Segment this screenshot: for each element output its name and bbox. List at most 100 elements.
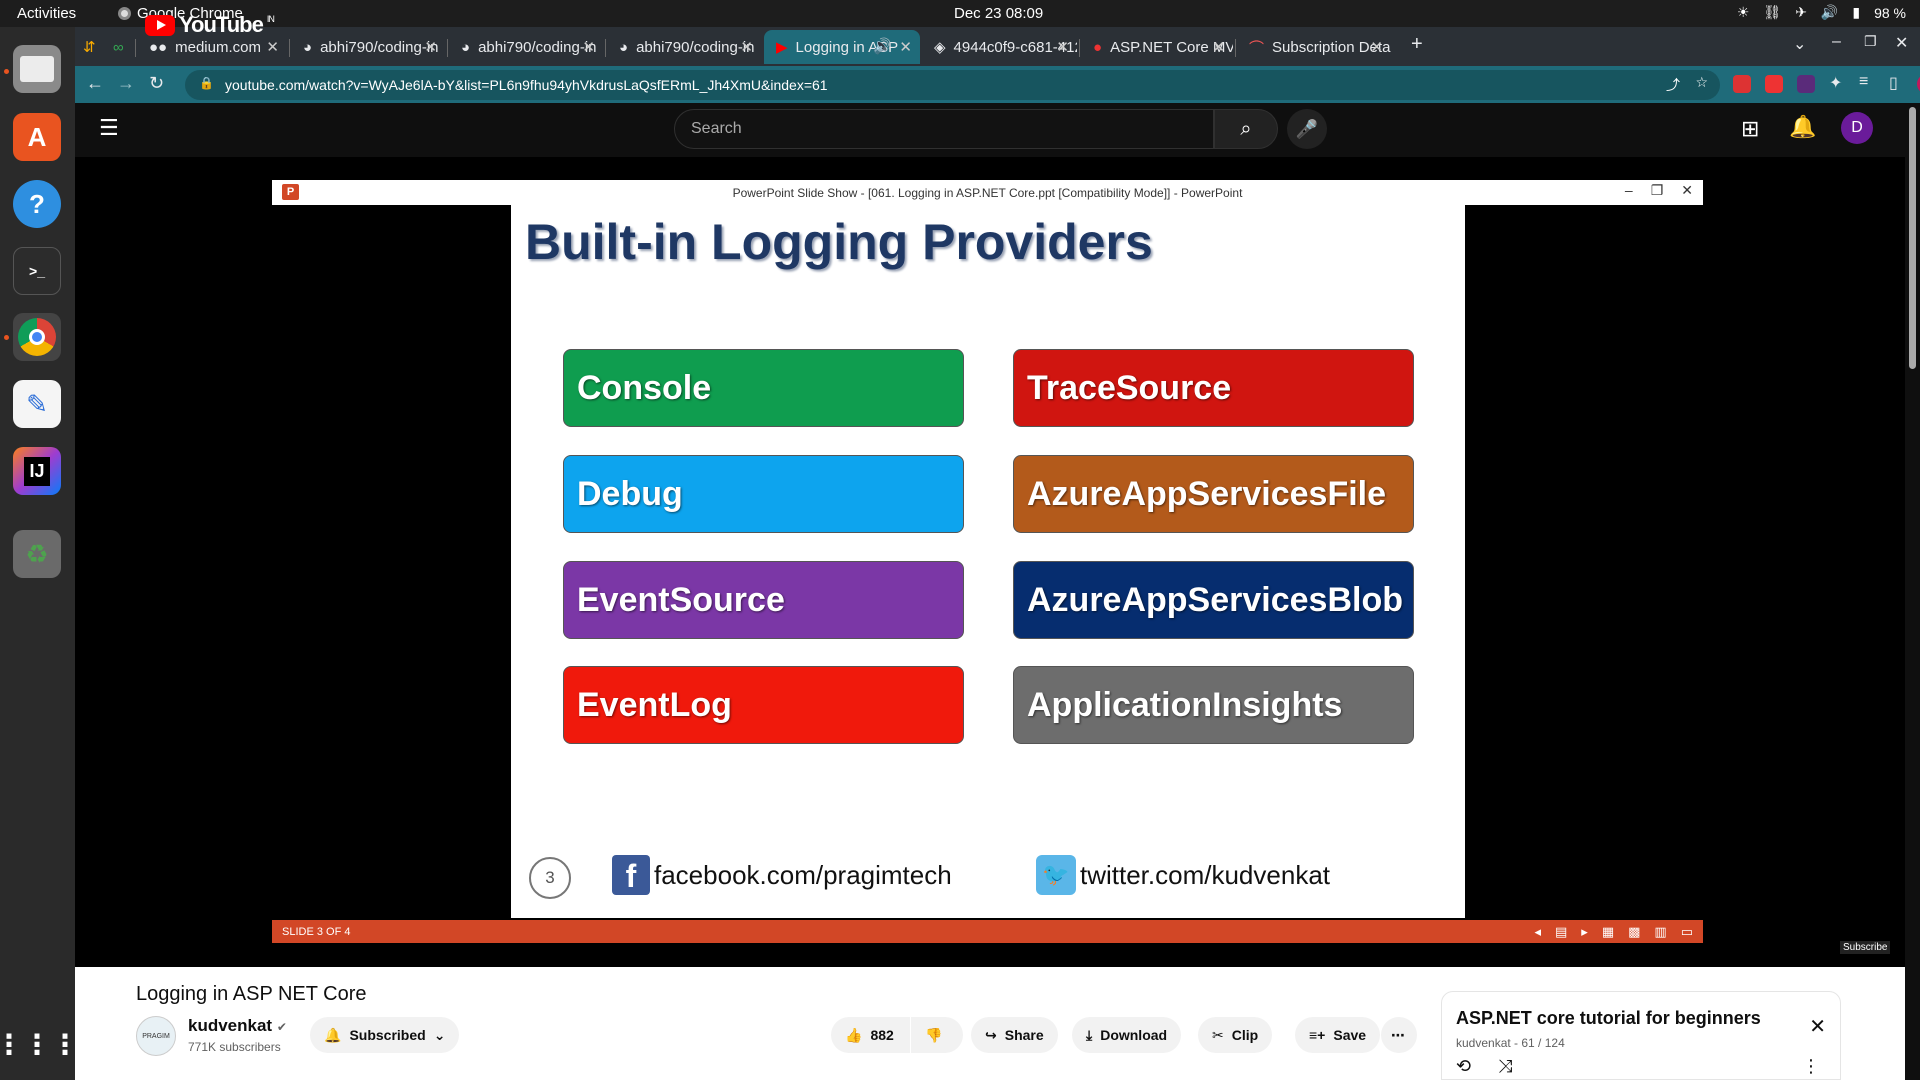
youtube-logo-text: YouTube: [179, 12, 264, 37]
create-video-icon[interactable]: ⊞: [1741, 116, 1759, 142]
notifications-bell-icon[interactable]: 🔔: [1789, 114, 1816, 140]
more-horizontal-icon: ⋯: [1391, 1026, 1405, 1043]
tab-subscription[interactable]: ⌒ Subscription Detai ✕: [1237, 30, 1391, 64]
close-tab-icon[interactable]: ✕: [1370, 38, 1383, 56]
extension-icon[interactable]: [1733, 75, 1751, 93]
browser-toolbar: ← → ↻ 🔒 youtube.com/watch?v=WyAJe6lA-bY&…: [75, 66, 1920, 103]
share-arrow-icon: ↪: [985, 1026, 997, 1043]
chrome-icon: [118, 7, 131, 20]
loop-icon[interactable]: ⟲: [1456, 1056, 1471, 1077]
bookmark-star-icon[interactable]: ☆: [1695, 74, 1708, 91]
help-icon[interactable]: ?: [13, 180, 61, 228]
download-button[interactable]: ⤓ Download: [1072, 1017, 1182, 1053]
subscribe-watermark[interactable]: Subscribe: [1840, 941, 1891, 954]
tab-github-2[interactable]: ◕ abhi790/coding-in ✕: [449, 30, 603, 64]
intellij-icon[interactable]: IJ: [13, 447, 61, 495]
provider-eventlog: EventLog: [563, 666, 964, 744]
close-tab-icon[interactable]: ✕: [266, 38, 279, 56]
extensions-puzzle-icon[interactable]: ✦: [1829, 73, 1842, 93]
clip-button[interactable]: ✂ Clip: [1198, 1017, 1273, 1053]
extension-icon[interactable]: [1797, 75, 1815, 93]
subscribed-label: Subscribed: [349, 1027, 426, 1043]
save-button[interactable]: ≡+ Save: [1295, 1017, 1381, 1053]
playlist-title[interactable]: ASP.NET core tutorial for beginners: [1456, 1008, 1761, 1029]
close-playlist-icon[interactable]: ✕: [1809, 1014, 1826, 1039]
tab-label: abhi790/coding-in: [636, 38, 755, 56]
files-icon[interactable]: [13, 45, 61, 93]
provider-applicationinsights: ApplicationInsights: [1013, 666, 1414, 744]
subscribed-button[interactable]: 🔔 Subscribed ⌄: [310, 1017, 460, 1053]
tab-github-3[interactable]: ◕ abhi790/coding-in ✕: [607, 30, 761, 64]
close-window-icon[interactable]: ✕: [1895, 33, 1908, 53]
terminal-icon[interactable]: >_: [13, 247, 61, 295]
battery-icon: ▮: [1852, 4, 1861, 20]
trash-icon[interactable]: ♻: [13, 530, 61, 578]
bell-icon: 🔔: [324, 1026, 342, 1043]
youtube-favicon-icon: ▶: [776, 39, 788, 56]
restore-icon[interactable]: ❐: [1864, 33, 1877, 50]
tab-youtube-active[interactable]: ▶ Logging in ASP 🔊 ✕: [764, 30, 920, 64]
close-tab-icon[interactable]: ✕: [899, 38, 912, 56]
github-icon: ◕: [461, 38, 471, 56]
channel-avatar[interactable]: PRAGIM: [136, 1016, 176, 1056]
like-button[interactable]: 👍 882: [831, 1017, 910, 1053]
close-tab-icon[interactable]: ✕: [1056, 38, 1069, 56]
tab-uuid[interactable]: ◈ 4944c0f9-c681-412 ✕: [922, 30, 1077, 64]
reload-icon[interactable]: ↻: [149, 73, 164, 94]
youtube-logo[interactable]: YouTube IN: [145, 12, 275, 38]
user-avatar[interactable]: D: [1841, 112, 1873, 144]
provider-eventsource: EventSource: [563, 561, 964, 639]
close-tab-icon[interactable]: ✕: [582, 38, 595, 56]
share-icon[interactable]: ⤴: [1666, 75, 1680, 95]
page-scrollbar[interactable]: [1905, 103, 1920, 1080]
slide-sorter-icon: ▩: [1628, 924, 1641, 939]
window-controls: – ❐ ✕: [1625, 182, 1693, 199]
slideshow-icon: ▭: [1680, 924, 1693, 939]
reading-list-icon[interactable]: ≡: [1859, 73, 1868, 91]
close-tab-icon[interactable]: ✕: [424, 38, 437, 56]
back-icon[interactable]: ←: [86, 73, 104, 94]
software-center-icon[interactable]: A: [13, 113, 61, 161]
slide: Built-in Logging Providers Console Trace…: [511, 205, 1465, 918]
notes-icon: ▤: [1554, 924, 1568, 939]
activities-button[interactable]: Activities: [17, 5, 76, 22]
shuffle-icon[interactable]: ⤨: [1498, 1056, 1512, 1077]
extension-icon[interactable]: [1765, 75, 1783, 93]
address-bar[interactable]: 🔒 youtube.com/watch?v=WyAJe6lA-bY&list=P…: [185, 70, 1720, 100]
dislike-button[interactable]: 👎: [911, 1017, 963, 1053]
side-panel-icon[interactable]: ▯: [1889, 73, 1898, 93]
share-label: Share: [1004, 1027, 1044, 1043]
playlist-menu-icon[interactable]: ⋮: [1802, 1056, 1820, 1077]
forward-icon[interactable]: →: [117, 73, 135, 94]
channel-name[interactable]: kudvenkat ✔: [188, 1016, 287, 1036]
tab-github-1[interactable]: ◕ abhi790/coding-in ✕: [291, 30, 445, 64]
close-tab-icon[interactable]: ✕: [740, 38, 753, 56]
tab-aspnet[interactable]: ● ASP.NET Core MVC ✕: [1081, 30, 1233, 64]
audio-playing-icon[interactable]: 🔊: [873, 37, 892, 55]
tab-search-icon[interactable]: ⌄: [1793, 34, 1806, 54]
tab-label: abhi790/coding-in: [320, 38, 439, 56]
hamburger-menu-icon[interactable]: ☰: [99, 115, 119, 141]
tab-pinned-2[interactable]: ∞: [105, 30, 133, 64]
share-button[interactable]: ↪ Share: [971, 1017, 1058, 1053]
show-apps-icon[interactable]: ⋮⋮⋮: [0, 1020, 79, 1068]
text-editor-icon[interactable]: ✎: [13, 380, 61, 428]
new-tab-icon[interactable]: +: [1411, 33, 1423, 56]
search-input[interactable]: Search: [674, 109, 1214, 149]
clock[interactable]: Dec 23 08:09: [954, 5, 1043, 22]
download-label: Download: [1100, 1027, 1168, 1043]
scrollbar-thumb[interactable]: [1909, 107, 1916, 369]
video-title: Logging in ASP NET Core: [136, 983, 367, 1005]
slide-title: Built-in Logging Providers: [525, 214, 1153, 270]
powerpoint-status-bar: SLIDE 3 OF 4 ◂ ▤ ▸ ▦ ▩ ▥ ▭: [272, 920, 1703, 943]
more-actions-button[interactable]: ⋯: [1381, 1017, 1417, 1053]
system-tray[interactable]: ☀ ⛓ ✈ 🔊 ▮ 98 %: [1737, 4, 1906, 21]
tab-pinned-1[interactable]: ⇵: [75, 30, 103, 64]
search-button[interactable]: ⌕: [1214, 109, 1278, 149]
tab-favicon-icon: ⇵: [83, 39, 96, 56]
close-tab-icon[interactable]: ✕: [1212, 38, 1225, 56]
minimize-icon[interactable]: –: [1832, 33, 1841, 51]
chrome-dock-icon[interactable]: [13, 313, 61, 361]
tab-label: abhi790/coding-in: [478, 38, 597, 56]
voice-search-button[interactable]: 🎤: [1287, 109, 1327, 149]
